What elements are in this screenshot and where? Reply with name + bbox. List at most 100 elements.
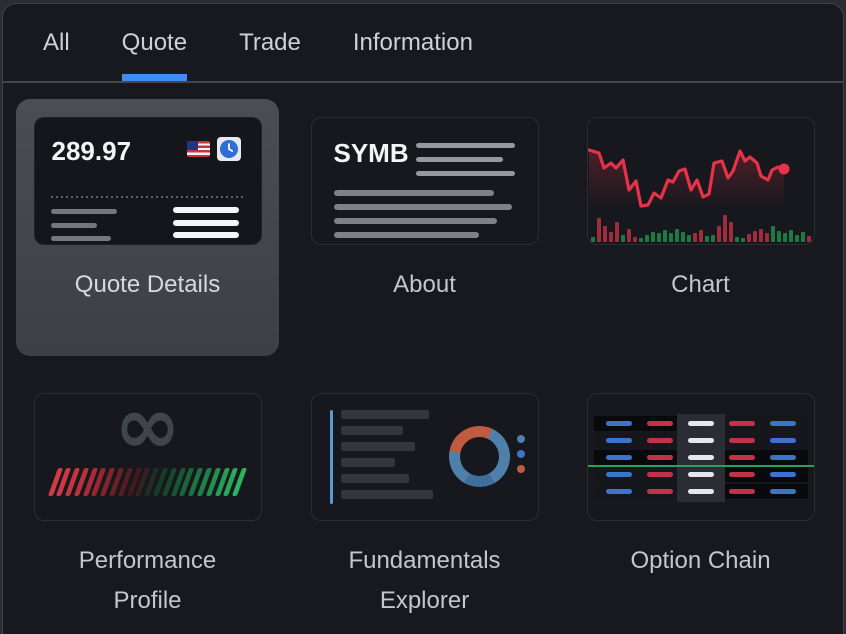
option-pill-red xyxy=(647,489,673,494)
tab-quote[interactable]: Quote xyxy=(122,4,187,81)
legend-dot xyxy=(517,435,525,443)
option-pill-white xyxy=(688,489,714,494)
option-pill-blue xyxy=(606,455,632,460)
performance-stripes xyxy=(53,468,243,496)
volume-bar xyxy=(771,226,775,242)
fundamentals-bars xyxy=(341,410,433,506)
card-chart[interactable]: Chart xyxy=(569,99,832,356)
volume-bar xyxy=(801,232,805,242)
fundamentals-bar xyxy=(341,426,403,435)
card-label: About xyxy=(330,265,520,305)
infinity-icon: ∞ xyxy=(35,393,261,462)
option-pill-red xyxy=(647,438,673,443)
stat-bar xyxy=(51,236,111,241)
volume-bar xyxy=(795,235,799,242)
option-pill-white xyxy=(688,455,714,460)
option-pill-red xyxy=(729,455,755,460)
card-label: Quote Details xyxy=(53,265,243,305)
option-pill-red xyxy=(647,472,673,477)
option-pill-red xyxy=(729,421,755,426)
option-row xyxy=(594,433,808,448)
tab-trade[interactable]: Trade xyxy=(239,4,301,81)
option-pill-red xyxy=(729,438,755,443)
volume-bar xyxy=(615,222,619,242)
volume-bar xyxy=(693,233,697,242)
volume-bar xyxy=(783,233,787,242)
volume-bar xyxy=(753,231,757,242)
legend-dot xyxy=(517,465,525,473)
text-bar xyxy=(416,157,503,162)
volume-bars xyxy=(591,215,811,242)
option-row xyxy=(594,416,808,431)
volume-bar xyxy=(735,237,739,242)
volume-bar xyxy=(603,226,607,242)
volume-bar xyxy=(711,235,715,242)
performance-thumbnail: ∞ xyxy=(34,393,262,521)
volume-bar xyxy=(657,233,661,242)
fundamentals-thumbnail xyxy=(311,393,539,521)
volume-bar xyxy=(741,238,745,242)
card-label: Chart xyxy=(606,265,796,305)
volume-bar xyxy=(591,237,595,242)
tab-bar: All Quote Trade Information xyxy=(3,4,843,83)
card-quote-details[interactable]: 289.97 Quote Details xyxy=(16,99,279,356)
volume-bar xyxy=(639,238,643,242)
volume-bar xyxy=(597,218,601,242)
card-about[interactable]: SYMB About xyxy=(293,99,556,356)
option-pill-blue xyxy=(770,472,796,477)
legend-dot xyxy=(517,450,525,458)
fundamentals-bar xyxy=(341,474,409,483)
volume-bar xyxy=(681,232,685,242)
price-value: 289.97 xyxy=(52,136,132,167)
option-pill-blue xyxy=(770,438,796,443)
option-pill-blue xyxy=(606,421,632,426)
option-pill-red xyxy=(729,489,755,494)
fundamentals-bar xyxy=(341,490,433,499)
volume-bar xyxy=(807,236,811,242)
mini-chart xyxy=(588,118,814,244)
option-row xyxy=(594,450,808,465)
option-row xyxy=(594,484,808,499)
volume-bar xyxy=(627,229,631,242)
volume-bar xyxy=(621,235,625,242)
volume-bar xyxy=(729,222,733,242)
volume-bar xyxy=(765,233,769,242)
volume-bar xyxy=(645,235,649,242)
option-pill-blue xyxy=(606,489,632,494)
card-label: Option Chain xyxy=(606,541,796,581)
donut-chart-icon xyxy=(449,426,510,487)
option-pill-blue xyxy=(770,455,796,460)
volume-bar xyxy=(651,232,655,242)
option-pill-red xyxy=(647,421,673,426)
widget-picker-panel: All Quote Trade Information 289.97 Quote… xyxy=(2,3,844,634)
option-chain-thumbnail xyxy=(587,393,815,521)
card-performance-profile[interactable]: ∞ Performance Profile xyxy=(16,375,279,632)
option-pill-white xyxy=(688,421,714,426)
fundamentals-bar xyxy=(341,410,429,419)
text-bar xyxy=(416,171,515,176)
spot-price-line xyxy=(588,465,814,467)
volume-bar xyxy=(687,235,691,242)
option-rows xyxy=(594,416,808,501)
clock-icon xyxy=(217,137,241,161)
option-row xyxy=(594,467,808,482)
volume-bar xyxy=(777,231,781,242)
stat-bar xyxy=(51,223,97,228)
tab-information[interactable]: Information xyxy=(353,4,473,81)
text-bar xyxy=(334,204,512,210)
card-fundamentals-explorer[interactable]: Fundamentals Explorer xyxy=(293,375,556,632)
fundamentals-bar xyxy=(341,458,395,467)
option-pill-blue xyxy=(770,421,796,426)
symbol-text: SYMB xyxy=(334,138,409,169)
fundamentals-bar xyxy=(341,442,415,451)
volume-bar xyxy=(663,230,667,242)
card-option-chain[interactable]: Option Chain xyxy=(569,375,832,632)
card-label: Fundamentals Explorer xyxy=(330,541,520,621)
option-pill-white xyxy=(688,472,714,477)
legend-dots xyxy=(517,435,525,473)
tab-all[interactable]: All xyxy=(43,4,70,81)
text-bar xyxy=(334,232,479,238)
option-pill-red xyxy=(647,455,673,460)
accent-line xyxy=(330,410,333,504)
volume-bar xyxy=(675,229,679,242)
